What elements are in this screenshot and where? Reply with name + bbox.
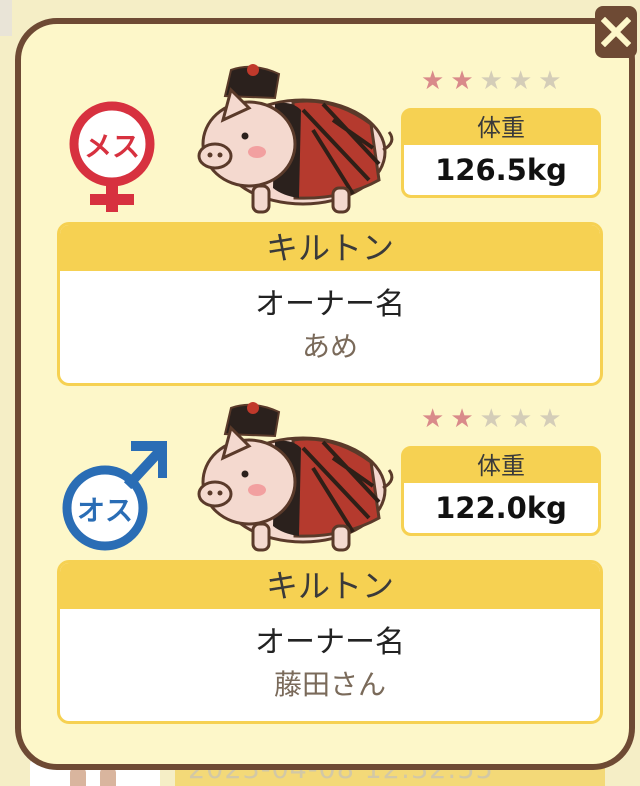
pig-illustration (183, 60, 403, 220)
star-filled-icon: ★ (421, 404, 445, 434)
star-empty-icon: ★ (538, 404, 562, 434)
weight-box: 体重 122.0kg (401, 446, 601, 536)
background-corner-icon (0, 0, 12, 36)
owner-name: 藤田さん (273, 668, 386, 701)
rarity-stars: ★ ★ ★ ★ ★ (421, 404, 562, 434)
female-pig-section: メス ★ ★ ★ ★ ★ 体重 126.5kg キルトン オーナー名 あめ (21, 24, 629, 386)
rarity-stars: ★ ★ ★ ★ ★ (421, 66, 562, 96)
star-empty-icon: ★ (479, 66, 503, 96)
star-filled-icon: ★ (450, 66, 474, 96)
close-button[interactable] (595, 6, 637, 58)
close-icon (601, 17, 631, 47)
weight-value: 126.5kg (404, 145, 598, 195)
pig-illustration (183, 398, 403, 558)
pig-info-card: キルトン オーナー名 藤田さん (57, 560, 603, 724)
breed-name: キルトン (60, 225, 600, 271)
owner-label: オーナー名 (255, 625, 405, 660)
weight-label: 体重 (477, 114, 525, 142)
star-filled-icon: ★ (450, 404, 474, 434)
star-filled-icon: ★ (421, 66, 445, 96)
female-gender-label: メス (84, 130, 140, 163)
pig-pair-modal: メス ★ ★ ★ ★ ★ 体重 126.5kg キルトン オーナー名 あめ オス… (15, 18, 635, 770)
star-empty-icon: ★ (508, 404, 533, 434)
owner-label: オーナー名 (255, 287, 405, 322)
male-gender-label: オス (77, 494, 133, 527)
male-pig-section: オス ★ ★ ★ ★ ★ 体重 122.0kg キルトン オーナー名 藤田さん (21, 362, 629, 724)
breed-name: キルトン (60, 563, 600, 609)
weight-label: 体重 (477, 452, 525, 480)
star-empty-icon: ★ (538, 66, 562, 96)
star-empty-icon: ★ (479, 404, 503, 434)
male-symbol-icon: オス (57, 434, 168, 554)
female-symbol-icon: メス (57, 96, 167, 216)
weight-box: 体重 126.5kg (401, 108, 601, 198)
weight-value: 122.0kg (404, 483, 598, 533)
star-empty-icon: ★ (508, 66, 533, 96)
